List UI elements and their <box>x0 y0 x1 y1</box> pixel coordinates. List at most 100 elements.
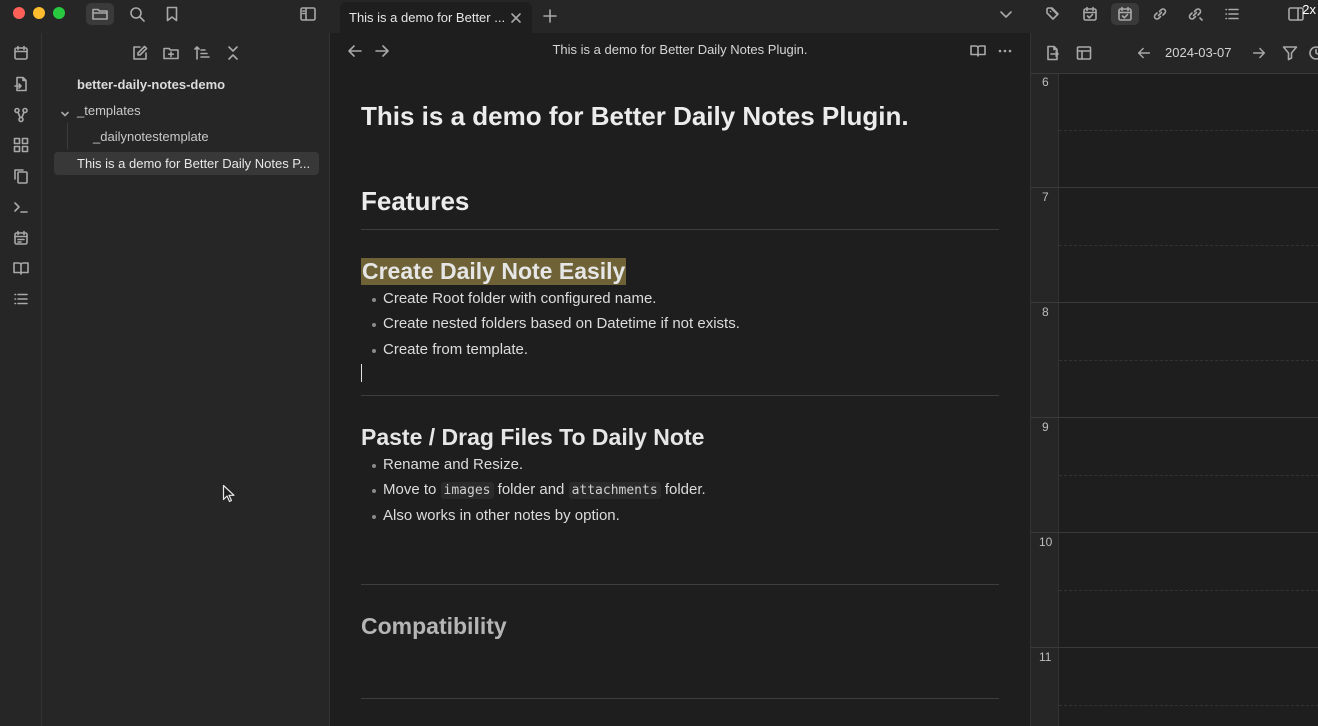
collapse-all-icon[interactable] <box>224 44 242 62</box>
outgoing-links-button[interactable] <box>1146 3 1174 25</box>
hour-divider <box>1031 302 1318 303</box>
editor-pane[interactable]: This is a demo for Better Daily Notes Pl… <box>330 33 1030 726</box>
half-hour-divider <box>1059 590 1318 591</box>
heading-features: Features <box>361 186 470 216</box>
previous-day-icon[interactable] <box>1136 45 1152 61</box>
file-dailynotestemplate[interactable]: _dailynotestemplate <box>93 129 209 144</box>
mouse-pointer-icon <box>222 484 235 503</box>
half-hour-divider <box>1059 360 1318 361</box>
vault-name[interactable]: better-daily-notes-demo <box>77 77 225 92</box>
list-item: Create from template. <box>371 341 529 358</box>
search-button[interactable] <box>123 3 151 25</box>
filter-icon[interactable] <box>1281 44 1299 62</box>
divider <box>361 584 999 585</box>
hour-label: 7 <box>1042 190 1049 204</box>
hour-timeline[interactable]: 6 7 8 9 10 11 <box>1031 73 1318 726</box>
tab-active-note[interactable]: This is a demo for Better ... <box>340 2 532 33</box>
close-tab-icon[interactable] <box>509 11 523 25</box>
divider <box>361 229 999 230</box>
new-folder-icon[interactable] <box>162 44 180 62</box>
link-icon <box>1153 8 1167 20</box>
half-hour-divider <box>1059 475 1318 476</box>
more-options-icon[interactable] <box>996 43 1014 59</box>
calendar-check-button[interactable] <box>1076 3 1104 25</box>
list-item-text: Move to <box>383 481 437 498</box>
link-alt-icon <box>1188 8 1203 21</box>
bookmark-icon <box>166 6 178 22</box>
table-icon[interactable] <box>1075 44 1093 62</box>
calendar-days-icon[interactable] <box>12 229 30 247</box>
heading-create-daily-note: Create Daily Note Easily <box>361 258 627 285</box>
calendar-icon[interactable] <box>12 44 30 62</box>
terminal-icon[interactable] <box>12 198 30 216</box>
tab-list-button[interactable] <box>992 3 1020 25</box>
list-item-text: Rename and Resize. <box>383 456 524 473</box>
bookmarks-button[interactable] <box>158 3 186 25</box>
sort-icon[interactable] <box>193 44 211 62</box>
list-item: Create Root folder with configured name. <box>371 290 657 307</box>
calendar-check-icon <box>1083 6 1097 21</box>
zoom-badge: 2x <box>1302 2 1316 17</box>
chevron-down-icon <box>1000 11 1012 18</box>
daily-calendar-panel: 2024-03-07 6 7 8 9 10 11 <box>1030 33 1318 726</box>
heading-paste-drag-files: Paste / Drag Files To Daily Note <box>361 424 705 450</box>
tags-button[interactable] <box>1040 3 1068 25</box>
search-icon <box>130 7 145 22</box>
backlinks-button[interactable] <box>1181 3 1209 25</box>
text-caret <box>361 364 362 382</box>
divider <box>361 698 999 699</box>
list-icon[interactable] <box>12 290 30 308</box>
hour-divider <box>1031 417 1318 418</box>
hour-label: 9 <box>1042 420 1049 434</box>
hour-divider <box>1031 187 1318 188</box>
sidebar-left-icon <box>300 7 316 21</box>
calendar-panel-header: 2024-03-07 <box>1031 33 1318 73</box>
copy-icon[interactable] <box>12 167 30 185</box>
minimize-window-button[interactable] <box>33 7 45 19</box>
new-note-icon[interactable] <box>131 44 149 62</box>
next-day-icon[interactable] <box>1251 45 1267 61</box>
close-window-button[interactable] <box>13 7 25 19</box>
hour-label: 8 <box>1042 305 1049 319</box>
graph-icon[interactable] <box>12 106 30 124</box>
reading-view-icon[interactable] <box>969 43 987 59</box>
heading-compatibility: Compatibility <box>361 613 507 639</box>
book-open-icon[interactable] <box>12 259 30 277</box>
list-item-text: Create from template. <box>383 341 529 358</box>
list-item-text: folder. <box>664 481 706 498</box>
folder-icon <box>92 8 108 20</box>
chevron-down-icon[interactable] <box>59 108 71 120</box>
file-import-icon[interactable] <box>12 75 30 93</box>
file-explorer-button[interactable] <box>86 3 114 25</box>
calendar-date[interactable]: 2024-03-07 <box>1165 45 1232 60</box>
list-icon <box>1225 8 1239 20</box>
half-hour-divider <box>1059 245 1318 246</box>
toggle-sidebar-button[interactable] <box>294 3 322 25</box>
half-hour-divider <box>1059 705 1318 706</box>
list-item-text: Create nested folders based on Datetime … <box>383 315 740 332</box>
hour-label: 6 <box>1042 75 1049 89</box>
list-item: Move to images folder and attachments fo… <box>372 481 706 499</box>
list-item-text: folder and <box>497 481 565 498</box>
clock-icon[interactable] <box>1307 44 1318 62</box>
ribbon <box>0 33 42 726</box>
half-hour-divider <box>1059 130 1318 131</box>
new-tab-icon[interactable] <box>541 7 559 25</box>
file-active-note[interactable]: This is a demo for Better Daily Notes P.… <box>54 152 319 175</box>
title-bar: This is a demo for Better ... 2x <box>0 0 1318 33</box>
calendar-active-icon <box>1118 6 1132 21</box>
folder-templates[interactable]: _templates <box>77 103 141 118</box>
inline-code: attachments <box>568 482 661 499</box>
tree-indent-guide <box>67 123 68 149</box>
hour-divider <box>1031 73 1318 74</box>
daily-calendar-button[interactable] <box>1111 3 1139 25</box>
inline-code: images <box>440 482 494 499</box>
tags-icon <box>1046 7 1059 20</box>
list-item-text: Create Root folder with configured name. <box>383 290 657 307</box>
maximize-window-button[interactable] <box>53 7 65 19</box>
file-export-icon[interactable] <box>1044 44 1062 62</box>
outline-button[interactable] <box>1218 3 1246 25</box>
list-item: Also works in other notes by option. <box>372 507 620 524</box>
note-header-title[interactable]: This is a demo for Better Daily Notes Pl… <box>330 42 1030 57</box>
blocks-icon[interactable] <box>12 136 30 154</box>
